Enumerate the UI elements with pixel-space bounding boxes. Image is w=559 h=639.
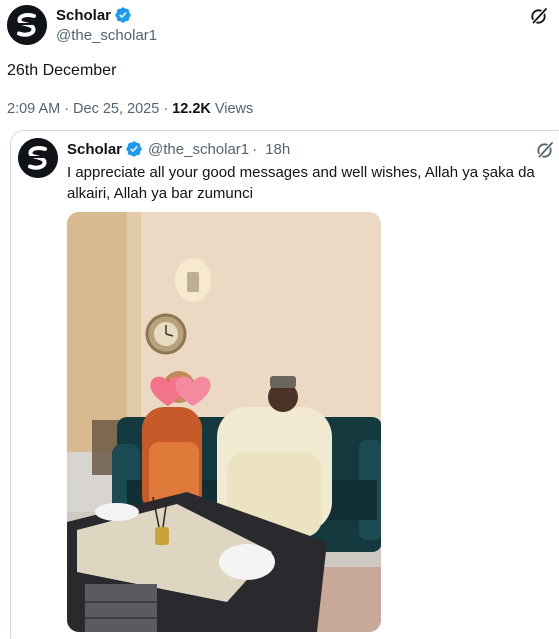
quoted-header: Scholar @the_scholar1 · 18h [67, 140, 290, 158]
author-avatar[interactable] [7, 5, 47, 45]
scholar-logo-icon [7, 5, 47, 45]
quoted-author-handle[interactable]: @the_scholar1 [148, 141, 249, 158]
views-label: Views [214, 101, 254, 117]
meta-separator: · [163, 101, 169, 117]
quoted-age[interactable]: 18h [265, 141, 290, 158]
author-name-row[interactable]: Scholar [56, 6, 132, 24]
author-name[interactable]: Scholar [56, 7, 111, 24]
drawer-unit [85, 584, 157, 632]
bowl [219, 544, 275, 580]
post-meta: 2:09 AM · Dec 25, 2025 · 12.2K Views [7, 101, 253, 117]
views-count: 12.2K [172, 101, 211, 117]
quoted-text: I appreciate all your good messages and … [67, 164, 535, 202]
verified-badge-icon [115, 7, 131, 23]
quoted-author-avatar[interactable] [18, 138, 58, 178]
meta-separator: · [64, 101, 70, 117]
bowl [95, 503, 139, 521]
post-date[interactable]: Dec 25, 2025 [73, 101, 159, 117]
scholar-logo-icon [18, 138, 58, 178]
verified-badge-icon [126, 141, 142, 157]
vase [155, 527, 169, 545]
author-handle[interactable]: @the_scholar1 [56, 27, 157, 44]
grok-icon[interactable] [529, 6, 549, 31]
left-wall [67, 212, 137, 452]
post-text: 26th December [7, 62, 117, 79]
quoted-separator: · [252, 140, 258, 158]
post-photo[interactable] [67, 212, 381, 632]
quoted-author-name[interactable]: Scholar [67, 141, 122, 158]
post-time[interactable]: 2:09 AM [7, 101, 60, 117]
